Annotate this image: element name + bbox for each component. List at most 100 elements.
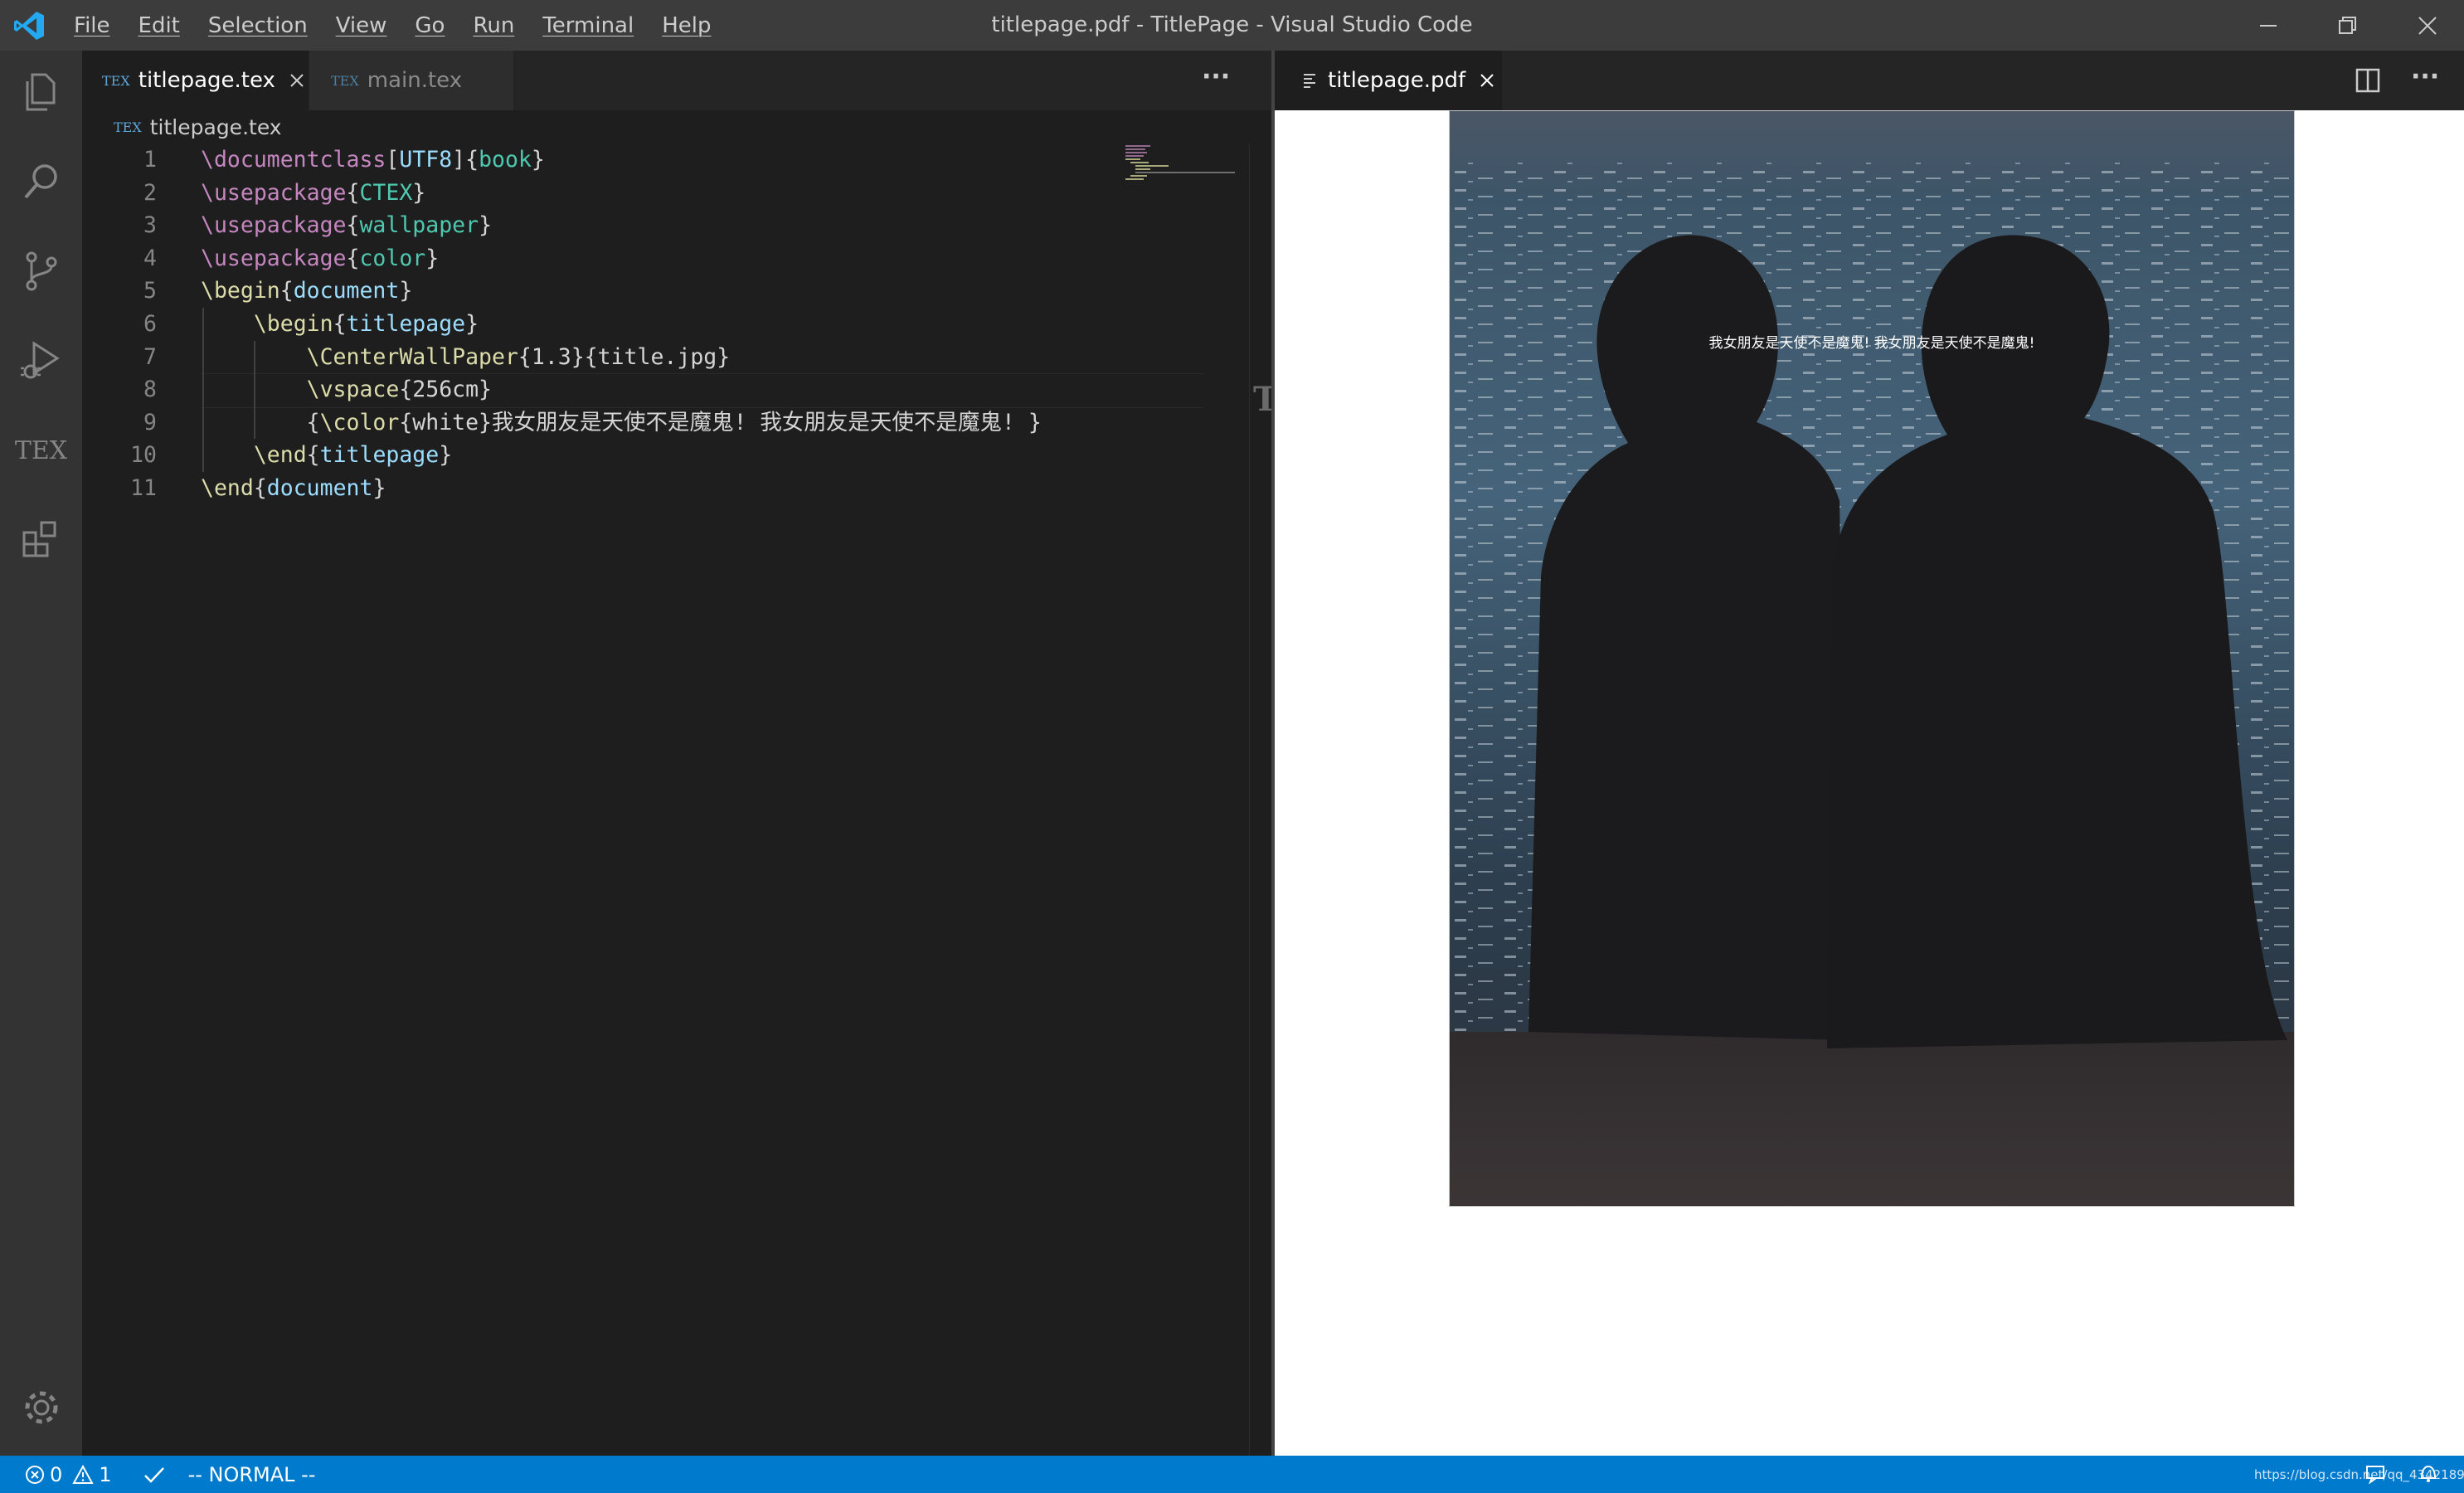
code-token: \usepackage bbox=[201, 245, 347, 271]
code-token: } bbox=[425, 245, 440, 271]
warning-count: 1 bbox=[99, 1462, 112, 1486]
tab-bar-left: TEX titlepage.tex TEX main.tex ··· bbox=[82, 51, 1273, 110]
code-line[interactable]: 6 \begin{titlepage} bbox=[82, 308, 1160, 341]
source-control-icon[interactable] bbox=[0, 230, 82, 313]
breadcrumb: TEX titlepage.tex bbox=[82, 110, 1273, 143]
code-line[interactable]: 1 \documentclass[UTF8]{book} bbox=[82, 143, 1160, 177]
code-line[interactable]: 2 \usepackage{CTEX} bbox=[82, 177, 1160, 210]
code-line[interactable]: 7 \CenterWallPaper{1.3}{title.jpg} bbox=[82, 341, 1160, 374]
search-icon[interactable] bbox=[0, 140, 82, 223]
code-token: { bbox=[346, 212, 360, 239]
close-tab-icon[interactable] bbox=[289, 72, 305, 89]
code-token: \begin bbox=[253, 310, 333, 337]
code-token: } bbox=[479, 212, 493, 239]
code-line[interactable]: 10 \end{titlepage} bbox=[82, 439, 1160, 472]
code-token: \vspace bbox=[306, 377, 400, 403]
gear-icon[interactable] bbox=[0, 1366, 82, 1449]
menu-view[interactable]: View bbox=[322, 13, 401, 38]
status-bar: 0 1 -- NORMAL -- https://blog.csdn.net/q… bbox=[0, 1456, 2464, 1493]
feedback-icon[interactable] bbox=[2365, 1464, 2389, 1484]
line-content: \vspace{256cm} bbox=[201, 373, 492, 406]
code-token: CTEX bbox=[359, 179, 413, 206]
line-number: 6 bbox=[143, 310, 157, 337]
code-token: { bbox=[279, 278, 294, 304]
code-token: {white}我女朋友是天使不是魔鬼! 我女朋友是天使不是魔鬼! } bbox=[399, 409, 1042, 435]
code-token: \CenterWallPaper bbox=[306, 343, 518, 370]
line-content: \begin{titlepage} bbox=[201, 308, 479, 341]
menu-terminal[interactable]: Terminal bbox=[528, 13, 648, 38]
tex-file-icon: TEX bbox=[102, 72, 130, 89]
close-tab-icon[interactable] bbox=[1479, 72, 1495, 89]
code-token: { bbox=[346, 245, 360, 271]
line-number: 7 bbox=[143, 343, 157, 370]
line-content: \begin{document} bbox=[201, 275, 412, 308]
code-token: } bbox=[439, 442, 453, 469]
menu-bar: File Edit Selection View Go Run Terminal… bbox=[60, 0, 726, 51]
code-line[interactable]: 9 {\color{white}我女朋友是天使不是魔鬼! 我女朋友是天使不是魔鬼… bbox=[82, 406, 1160, 440]
close-icon bbox=[2418, 16, 2437, 35]
code-line[interactable]: 4 \usepackage{color} bbox=[82, 242, 1160, 275]
code-token: { bbox=[306, 442, 320, 469]
tab-label: main.tex bbox=[367, 68, 463, 93]
more-actions-icon[interactable]: ··· bbox=[1202, 51, 1230, 110]
menu-go[interactable]: Go bbox=[401, 13, 459, 38]
code-token: { bbox=[333, 310, 347, 337]
line-number: 9 bbox=[143, 409, 157, 435]
vscode-logo-icon bbox=[14, 12, 44, 40]
restore-button[interactable] bbox=[2308, 0, 2388, 51]
explorer-icon[interactable] bbox=[0, 51, 82, 134]
code-token: titlepage bbox=[346, 310, 466, 337]
close-window-button[interactable] bbox=[2388, 0, 2464, 51]
code-line[interactable]: 5 \begin{document} bbox=[82, 275, 1160, 308]
error-count: 0 bbox=[50, 1462, 63, 1486]
code-editor[interactable]: 1 \documentclass[UTF8]{book} 2 \usepackage{… bbox=[82, 143, 1204, 505]
menu-file[interactable]: File bbox=[60, 13, 124, 38]
tab-main-tex[interactable]: TEX main.tex bbox=[309, 51, 513, 110]
code-token: titlepage bbox=[319, 442, 440, 469]
code-token: book bbox=[479, 147, 532, 173]
warning-icon bbox=[72, 1464, 94, 1484]
code-token: \end bbox=[253, 442, 307, 469]
tab-titlepage-tex[interactable]: TEX titlepage.tex bbox=[82, 51, 309, 110]
tex-file-icon: TEX bbox=[331, 72, 359, 89]
menu-run[interactable]: Run bbox=[459, 13, 528, 38]
code-token: { bbox=[346, 179, 360, 206]
breadcrumb-file[interactable]: titlepage.tex bbox=[150, 115, 282, 139]
code-token: \color bbox=[319, 409, 400, 435]
code-token: } bbox=[465, 310, 479, 337]
line-content: {\color{white}我女朋友是天使不是魔鬼! 我女朋友是天使不是魔鬼! … bbox=[201, 406, 1042, 440]
code-line[interactable]: 11 \end{document} bbox=[82, 472, 1160, 505]
line-number: 3 bbox=[143, 212, 157, 239]
code-token: \documentclass bbox=[201, 147, 386, 173]
check-icon[interactable] bbox=[143, 1465, 165, 1485]
code-line[interactable]: 3 \usepackage{wallpaper} bbox=[82, 209, 1160, 242]
menu-help[interactable]: Help bbox=[648, 13, 725, 38]
line-number: 1 bbox=[143, 147, 157, 173]
minimize-button[interactable] bbox=[2228, 0, 2308, 51]
line-content: \CenterWallPaper{1.3}{title.jpg} bbox=[201, 341, 731, 374]
code-token: UTF8 bbox=[399, 147, 453, 173]
wallpaper-photo bbox=[1450, 111, 2294, 1206]
split-editor-icon[interactable] bbox=[2355, 68, 2380, 93]
minimap[interactable] bbox=[1124, 143, 1248, 193]
line-number: 11 bbox=[130, 474, 157, 501]
code-line[interactable]: 8 \vspace{256cm} bbox=[82, 373, 1160, 406]
code-token: \usepackage bbox=[201, 212, 347, 239]
code-token: {1.3}{title.jpg} bbox=[518, 343, 731, 370]
line-number: 8 bbox=[143, 377, 157, 403]
problems-indicator[interactable]: 0 1 bbox=[25, 1463, 112, 1486]
line-content: \usepackage{wallpaper} bbox=[201, 209, 492, 242]
notifications-icon[interactable] bbox=[2417, 1463, 2440, 1485]
tex-file-icon: TEX bbox=[114, 119, 142, 135]
extensions-icon[interactable] bbox=[0, 498, 82, 581]
vim-mode-indicator: -- NORMAL -- bbox=[187, 1462, 316, 1486]
editor-scrollbar[interactable]: T bbox=[1249, 143, 1278, 1456]
tex-icon[interactable]: TEX bbox=[0, 409, 82, 492]
menu-selection[interactable]: Selection bbox=[194, 13, 322, 38]
run-debug-icon[interactable] bbox=[0, 319, 82, 402]
menu-edit[interactable]: Edit bbox=[124, 13, 194, 38]
tab-titlepage-pdf[interactable]: titlepage.pdf bbox=[1275, 51, 1502, 110]
pdf-page: 我女朋友是天使不是魔鬼! 我女朋友是天使不是魔鬼! bbox=[1449, 110, 2295, 1207]
code-token: [ bbox=[386, 147, 400, 173]
more-actions-icon[interactable]: ··· bbox=[2411, 51, 2439, 110]
